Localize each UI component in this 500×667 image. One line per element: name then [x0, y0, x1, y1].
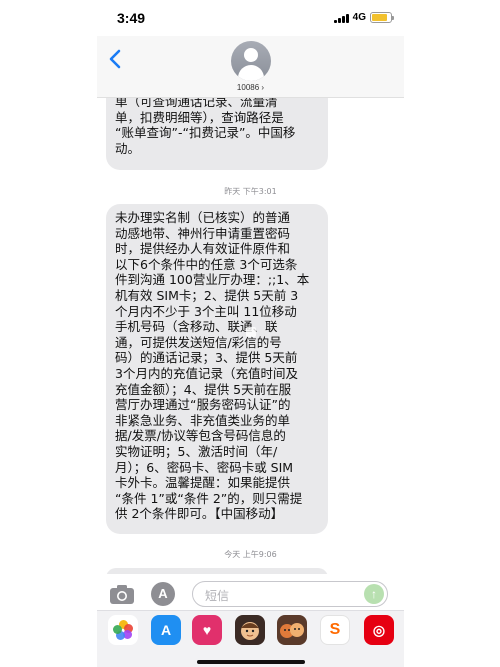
app-store-button[interactable]: A — [151, 582, 175, 606]
watermark-mark — [246, 327, 256, 337]
network-label: 4G — [352, 12, 366, 23]
message-input[interactable]: 短信 ↑ — [192, 581, 388, 607]
app-store-icon[interactable]: A — [151, 615, 181, 645]
input-bar: A 短信 ↑ — [97, 574, 404, 612]
signal-icon — [333, 13, 349, 23]
timestamp: 昨天 下午3:01 — [224, 187, 277, 196]
contact-number[interactable]: 10086 › — [97, 83, 404, 92]
home-indicator[interactable] — [197, 660, 305, 664]
status-indicators: 4G — [333, 12, 394, 23]
battery-icon — [370, 12, 394, 23]
camera-icon[interactable] — [109, 583, 135, 605]
conversation-header: 10086 › — [97, 36, 404, 98]
status-bar: 3:49 4G — [97, 0, 404, 36]
send-button[interactable]: ↑ — [364, 584, 384, 604]
timestamp: 今天 上午9:06 — [224, 550, 277, 559]
avatar-body — [238, 65, 264, 81]
memoji-stickers-icon[interactable] — [277, 615, 307, 645]
app-drawer: A ♥ S ◎ — [97, 610, 404, 667]
memoji-icon[interactable] — [235, 615, 265, 645]
message-input-placeholder: 短信 — [205, 589, 230, 603]
chevron-left-icon[interactable] — [105, 48, 127, 70]
message-bubble[interactable]: 未办理实名制（已核实）的普通 动感地带、神州行申请重置密码 时，提供经办人有效证… — [106, 204, 328, 534]
watermark-logo — [228, 322, 274, 342]
heart-app-icon[interactable]: ♥ — [192, 615, 222, 645]
netease-music-icon[interactable]: ◎ — [364, 615, 394, 645]
stickers-faces — [280, 623, 304, 638]
contact-avatar[interactable] — [231, 41, 271, 81]
photos-flower — [113, 620, 133, 640]
photos-icon[interactable] — [108, 615, 138, 645]
memoji-face — [241, 622, 259, 640]
avatar-head — [244, 48, 258, 62]
status-time: 3:49 — [117, 10, 146, 26]
sougou-icon[interactable]: S — [320, 615, 350, 645]
battery-level — [372, 14, 388, 21]
message-bubble[interactable]: 单（可查询通话记录、流量清 单，扣费明细等），查询路径是 “账单查询”-“扣费记… — [106, 98, 328, 170]
phone-screen: 3:49 4G 10086 › 单（可查询通话记录、流量清 单，扣费明细等），查… — [97, 0, 404, 667]
